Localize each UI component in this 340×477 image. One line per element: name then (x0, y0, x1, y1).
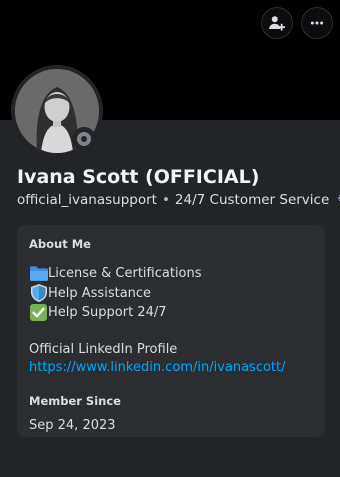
shield-icon (29, 284, 48, 303)
about-item-license: License & Certifications (29, 264, 313, 284)
profile-info-card: About Me License & Certifications Help A… (17, 225, 325, 437)
pronouns-tagline: 24/7 Customer Service (174, 192, 330, 208)
add-friend-button[interactable] (261, 7, 293, 39)
person-add-icon (268, 14, 286, 32)
more-options-button[interactable] (301, 7, 333, 39)
linkedin-link[interactable]: https://www.linkedin.com/in/ivanascott/ (29, 360, 313, 375)
display-name: Ivana Scott (OFFICIAL) (17, 166, 260, 188)
member-since-date: Sep 24, 2023 (29, 417, 116, 433)
offline-status-icon (77, 132, 91, 146)
about-item-help-assistance: Help Assistance (29, 284, 313, 304)
separator-dot: • (161, 192, 170, 208)
about-item-label: Help Support 24/7 (48, 305, 167, 321)
folder-icon (29, 265, 48, 283)
member-since-heading: Member Since (29, 393, 121, 408)
status-indicator (72, 127, 96, 151)
linkedin-label: Official LinkedIn Profile (29, 341, 178, 357)
about-item-label: Help Assistance (48, 285, 152, 301)
check-mark-icon (29, 304, 48, 322)
about-me-heading: About Me (29, 237, 91, 251)
more-options-icon (309, 15, 325, 31)
about-item-support: Help Support 24/7 (29, 303, 313, 323)
profile-subline: official_ivanasupport • 24/7 Customer Se… (17, 192, 340, 208)
username[interactable]: official_ivanasupport (17, 192, 157, 208)
about-item-label: License & Certifications (48, 266, 202, 282)
